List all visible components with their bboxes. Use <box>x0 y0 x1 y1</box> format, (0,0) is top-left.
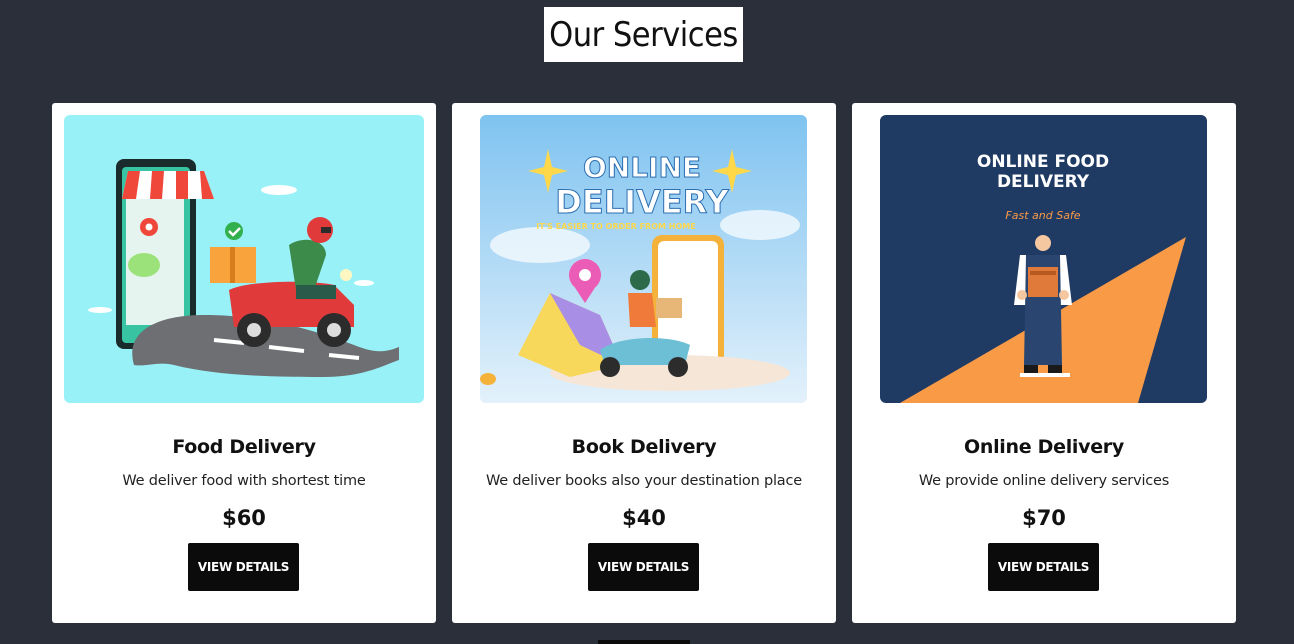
banner-tagline: IT'S EASIER TO ORDER FROM HOME <box>536 222 695 231</box>
banner-headline-2: DELIVERY <box>997 172 1090 192</box>
service-card-food: Food Delivery We deliver food with short… <box>52 103 436 623</box>
card-price: $40 <box>622 506 666 530</box>
page-title: Our Services <box>549 14 738 55</box>
scooter-delivery-illustration-icon <box>64 115 424 403</box>
book-delivery-image: ONLINE DELIVERY IT'S EASIER TO ORDER FRO… <box>480 115 807 403</box>
section-title-box: Our Services <box>544 7 743 62</box>
banner-headline-1: ONLINE FOOD <box>977 152 1109 172</box>
next-section-button-edge[interactable] <box>598 640 690 644</box>
banner-headline-1: ONLINE <box>583 151 701 184</box>
online-delivery-image: ONLINE FOOD DELIVERY Fast and Safe <box>880 115 1207 403</box>
online-delivery-banner-icon: ONLINE DELIVERY IT'S EASIER TO ORDER FRO… <box>480 115 807 403</box>
card-description: We deliver food with shortest time <box>122 473 366 489</box>
card-title: Food Delivery <box>172 436 316 458</box>
service-card-book: ONLINE DELIVERY IT'S EASIER TO ORDER FRO… <box>452 103 836 623</box>
card-price: $60 <box>222 506 266 530</box>
card-title: Online Delivery <box>964 436 1124 458</box>
food-delivery-image <box>64 115 424 403</box>
view-details-button[interactable]: VIEW DETAILS <box>988 543 1099 591</box>
card-price: $70 <box>1022 506 1066 530</box>
view-details-button[interactable]: VIEW DETAILS <box>188 543 299 591</box>
card-description: We provide online delivery services <box>918 473 1170 489</box>
delivery-man-illustration-icon: ONLINE FOOD DELIVERY Fast and Safe <box>880 115 1207 403</box>
card-description: We deliver books also your destination p… <box>485 473 802 489</box>
service-card-online: ONLINE FOOD DELIVERY Fast and Safe Onlin… <box>852 103 1236 623</box>
view-details-button[interactable]: VIEW DETAILS <box>588 543 699 591</box>
banner-tagline: Fast and Safe <box>1005 209 1080 222</box>
card-title: Book Delivery <box>571 436 717 458</box>
banner-headline-2: DELIVERY <box>555 183 729 221</box>
